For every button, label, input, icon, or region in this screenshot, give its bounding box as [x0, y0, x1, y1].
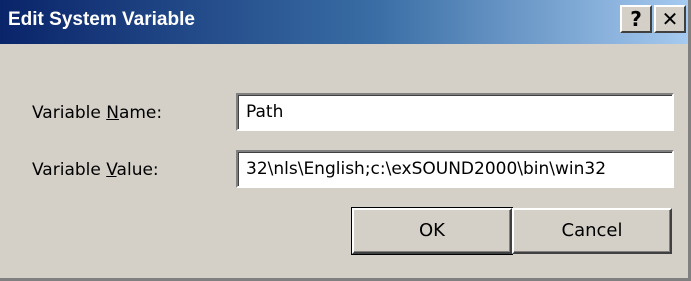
- variable-name-accelerator: N: [106, 103, 119, 123]
- edit-system-variable-dialog: Edit System Variable ? ✕ Variable Name: …: [0, 0, 691, 281]
- help-button[interactable]: ?: [620, 5, 652, 33]
- variable-value-accelerator: V: [106, 160, 117, 180]
- close-button[interactable]: ✕: [654, 5, 686, 33]
- variable-name-label-text: Variable: [32, 103, 107, 123]
- variable-value-label-suffix: alue:: [116, 160, 159, 180]
- variable-value-label-text: Variable: [32, 160, 107, 180]
- help-icon: ?: [630, 7, 642, 31]
- cancel-button[interactable]: Cancel: [512, 208, 672, 254]
- dialog-title: Edit System Variable: [8, 9, 195, 30]
- variable-name-input[interactable]: Path: [236, 93, 674, 131]
- variable-value-label: Variable Value:: [32, 160, 159, 180]
- variable-name-label-suffix: ame:: [118, 103, 163, 123]
- variable-name-label: Variable Name:: [32, 103, 162, 123]
- ok-button[interactable]: OK: [351, 207, 513, 255]
- close-icon: ✕: [661, 7, 679, 31]
- variable-value-input[interactable]: 32\nls\English;c:\exSOUND2000\bin\win32: [236, 150, 674, 188]
- title-bar[interactable]: Edit System Variable ? ✕: [0, 0, 688, 44]
